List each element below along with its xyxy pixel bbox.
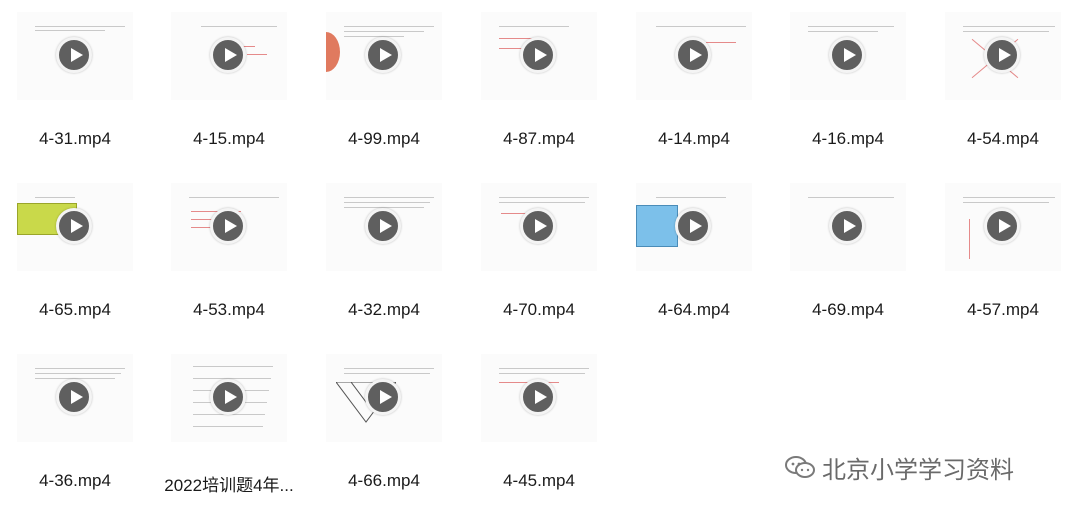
video-file-tile[interactable]: 4-99.mp4 (326, 12, 442, 162)
watermark-text: 北京小学学习资料 (822, 455, 1014, 484)
file-name[interactable]: 4-14.mp4 (616, 129, 772, 149)
play-icon[interactable] (984, 37, 1020, 73)
video-file-tile[interactable]: 4-54.mp4 (945, 12, 1061, 162)
video-file-tile[interactable]: 4-16.mp4 (790, 12, 906, 162)
file-name[interactable]: 4-15.mp4 (151, 129, 307, 149)
video-file-tile[interactable]: 4-66.mp4 (326, 354, 442, 504)
video-file-tile[interactable]: 4-32.mp4 (326, 183, 442, 333)
video-file-tile[interactable]: 4-14.mp4 (636, 12, 752, 162)
video-file-tile[interactable]: 4-87.mp4 (481, 12, 597, 162)
play-icon[interactable] (365, 208, 401, 244)
play-icon[interactable] (56, 379, 92, 415)
video-file-tile[interactable]: 4-70.mp4 (481, 183, 597, 333)
file-name[interactable]: 2022培训题4年... (151, 471, 307, 496)
file-name[interactable]: 4-32.mp4 (306, 300, 462, 320)
file-name[interactable]: 4-16.mp4 (770, 129, 926, 149)
file-name[interactable]: 4-65.mp4 (0, 300, 153, 320)
file-name[interactable]: 4-66.mp4 (306, 471, 462, 491)
play-icon[interactable] (56, 37, 92, 73)
play-icon[interactable] (675, 37, 711, 73)
video-file-tile[interactable]: 4-53.mp4 (171, 183, 287, 333)
wechat-icon (785, 456, 815, 478)
play-icon[interactable] (520, 379, 556, 415)
play-icon[interactable] (520, 208, 556, 244)
file-name[interactable]: 4-99.mp4 (306, 129, 462, 149)
video-file-tile[interactable]: 4-31.mp4 (17, 12, 133, 162)
file-name[interactable]: 4-53.mp4 (151, 300, 307, 320)
play-icon[interactable] (210, 379, 246, 415)
file-name[interactable]: 4-31.mp4 (0, 129, 153, 149)
video-file-tile[interactable]: 4-65.mp4 (17, 183, 133, 333)
video-file-tile[interactable]: 4-15.mp4 (171, 12, 287, 162)
play-icon[interactable] (210, 37, 246, 73)
file-name[interactable]: 4-87.mp4 (461, 129, 617, 149)
play-icon[interactable] (829, 208, 865, 244)
play-icon[interactable] (210, 208, 246, 244)
file-name[interactable]: 4-54.mp4 (925, 129, 1080, 149)
video-file-tile[interactable]: 4-64.mp4 (636, 183, 752, 333)
play-icon[interactable] (675, 208, 711, 244)
watermark: 北京小学学习资料 (784, 452, 1014, 484)
play-icon[interactable] (365, 37, 401, 73)
play-icon[interactable] (520, 37, 556, 73)
file-name[interactable]: 4-57.mp4 (925, 300, 1080, 320)
file-name[interactable]: 4-36.mp4 (0, 471, 153, 491)
file-name[interactable]: 4-69.mp4 (770, 300, 926, 320)
video-file-tile[interactable]: 4-57.mp4 (945, 183, 1061, 333)
play-icon[interactable] (984, 208, 1020, 244)
file-name[interactable]: 4-70.mp4 (461, 300, 617, 320)
file-name[interactable]: 4-45.mp4 (461, 471, 617, 491)
video-file-tile[interactable]: 4-36.mp4 (17, 354, 133, 504)
play-icon[interactable] (56, 208, 92, 244)
play-icon[interactable] (365, 379, 401, 415)
play-icon[interactable] (829, 37, 865, 73)
file-grid: 4-31.mp4 4-15.mp4 4-99.mp4 4-87.mp4 4-14… (0, 0, 1080, 514)
file-name[interactable]: 4-64.mp4 (616, 300, 772, 320)
video-file-tile[interactable]: 2022培训题4年... (164, 354, 294, 504)
video-file-tile[interactable]: 4-69.mp4 (790, 183, 906, 333)
video-file-tile[interactable]: 4-45.mp4 (481, 354, 597, 504)
